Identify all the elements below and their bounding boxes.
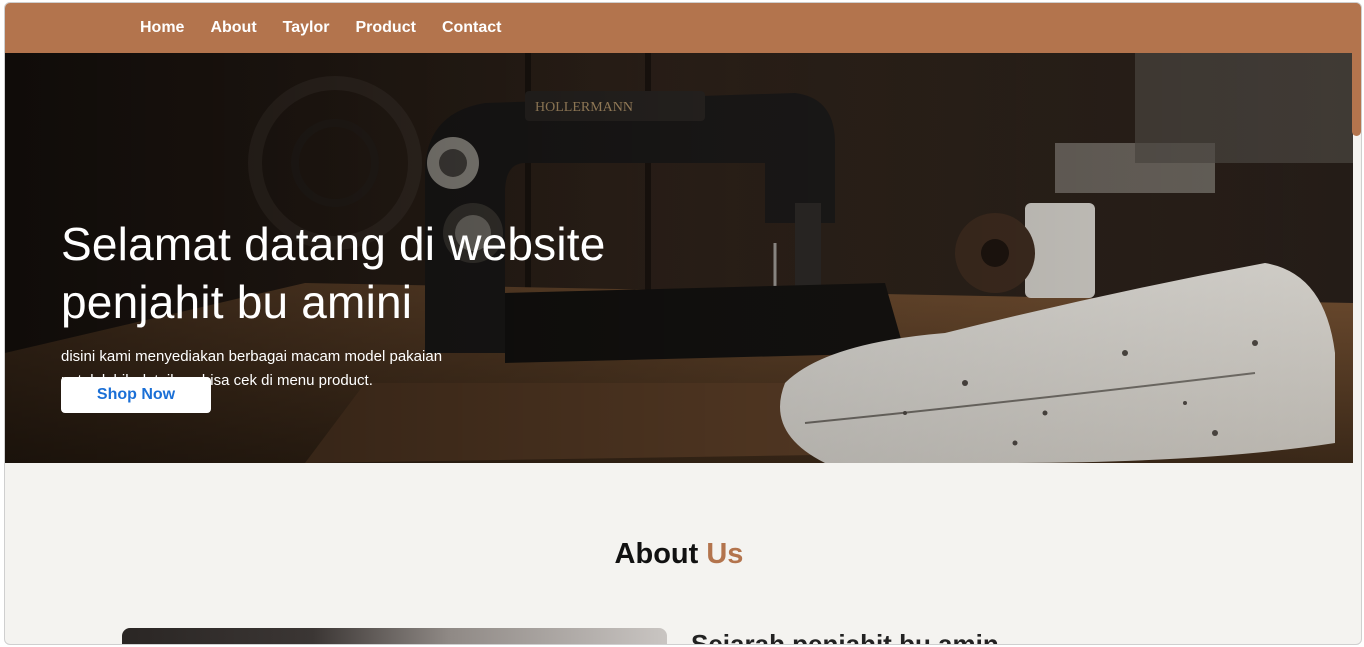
about-section-title: About Us — [5, 538, 1353, 571]
hero-title-line-2: penjahit bu amini — [61, 276, 413, 328]
hero-title-line-1: Selamat datang di website — [61, 218, 606, 270]
top-navbar: Home About Taylor Product Contact — [5, 3, 1361, 53]
about-image — [122, 628, 667, 644]
hero-text-block: Selamat datang di website penjahit bu am… — [61, 215, 701, 393]
hero-subtitle-line-1: disini kami menyediakan berbagai macam m… — [61, 348, 443, 365]
nav-contact[interactable]: Contact — [442, 19, 502, 37]
hero-title: Selamat datang di website penjahit bu am… — [61, 215, 701, 331]
scrollbar-thumb[interactable] — [1352, 3, 1361, 136]
browser-viewport: Home About Taylor Product Contact Selama… — [4, 2, 1362, 645]
shop-now-button[interactable]: Shop Now — [61, 377, 211, 413]
nav-about[interactable]: About — [210, 19, 256, 37]
history-heading: Sejarah penjahit bu amin — [691, 629, 999, 645]
nav-taylor[interactable]: Taylor — [283, 19, 330, 37]
nav-home[interactable]: Home — [140, 19, 184, 37]
about-title-main: About — [614, 538, 699, 570]
nav-product[interactable]: Product — [355, 19, 415, 37]
about-title-accent: Us — [706, 538, 744, 570]
